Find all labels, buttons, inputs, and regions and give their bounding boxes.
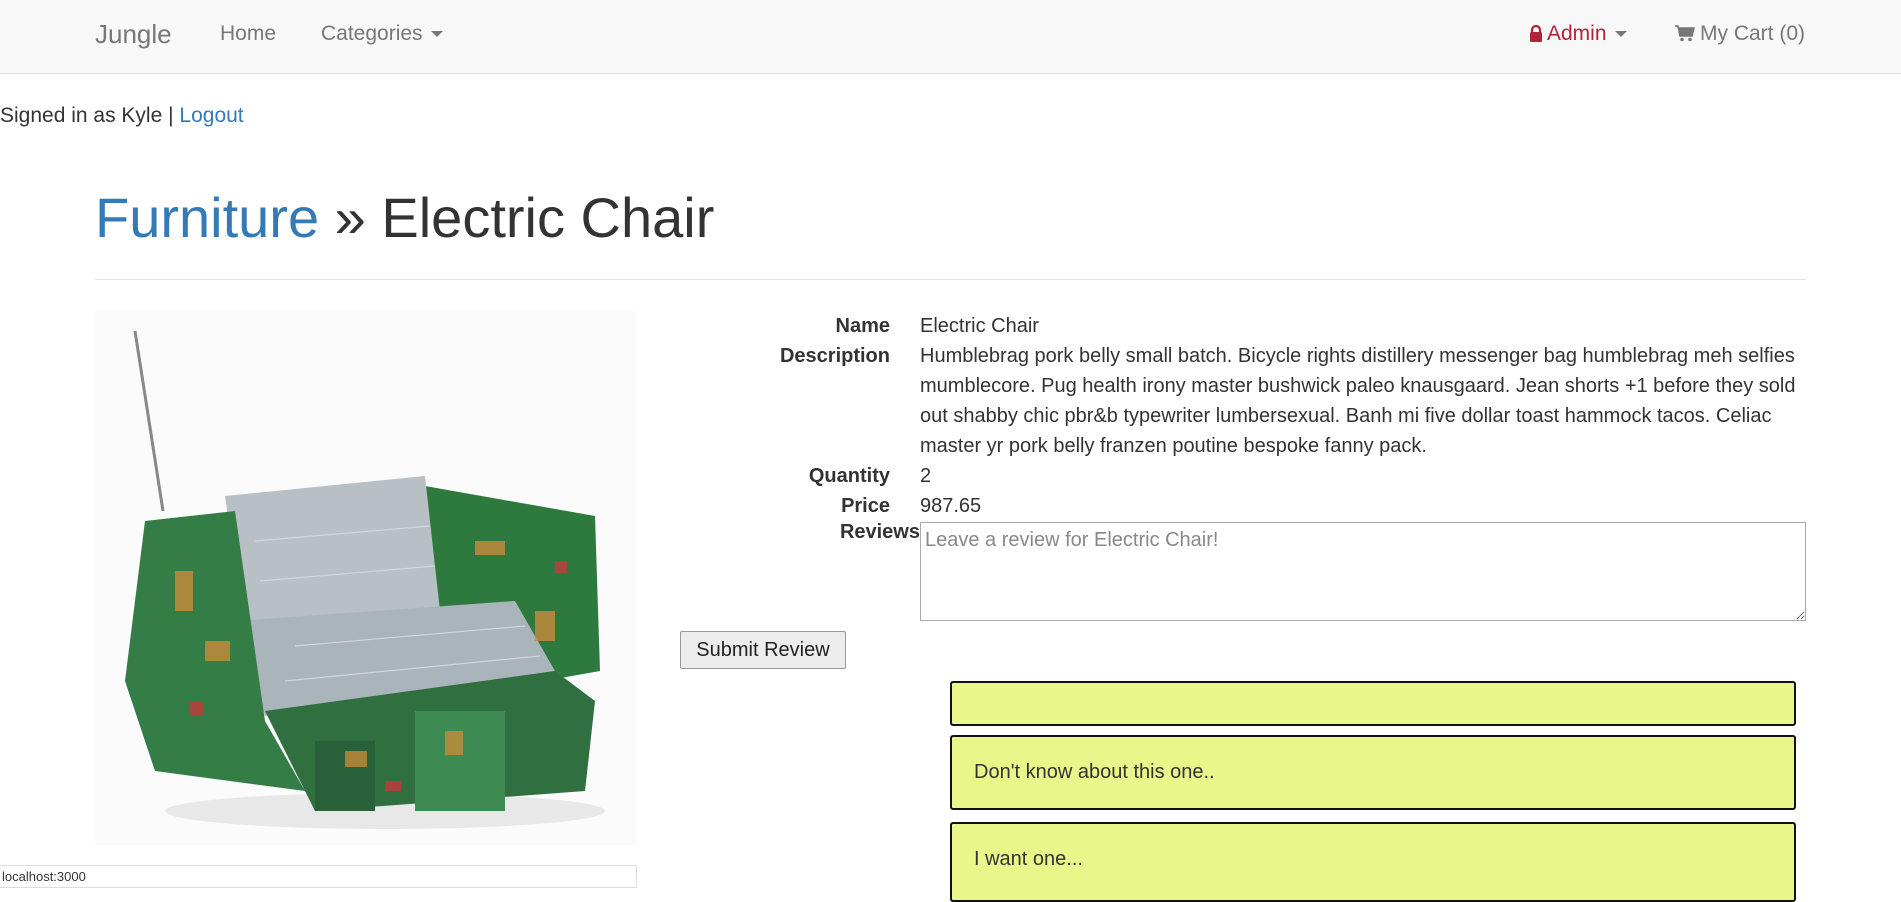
nav-categories-dropdown[interactable]: Categories <box>321 22 443 46</box>
nav-categories-label: Categories <box>321 22 423 45</box>
product-details: Name Electric Chair Description Humblebr… <box>700 311 1810 521</box>
title-divider <box>95 279 1806 280</box>
description-value: Humblebrag pork belly small batch. Bicyc… <box>920 345 1796 457</box>
nav-cart[interactable]: My Cart (0) <box>1674 22 1805 46</box>
review-card: Don't know about this one.. <box>950 735 1796 810</box>
detail-row-name: Name Electric Chair <box>700 311 1810 341</box>
nav-admin-dropdown[interactable]: Admin <box>1529 22 1627 46</box>
quantity-label: Quantity <box>808 465 890 487</box>
review-textarea[interactable] <box>920 522 1806 621</box>
breadcrumb-separator: » <box>334 186 366 249</box>
review-card: I want one... <box>950 822 1796 902</box>
lock-icon <box>1530 25 1542 42</box>
brand-link[interactable]: Jungle <box>95 19 172 50</box>
review-card <box>950 681 1796 726</box>
description-label: Description <box>779 345 890 367</box>
shopping-cart-icon <box>1675 25 1695 42</box>
name-label: Name <box>835 315 890 337</box>
nav-home[interactable]: Home <box>220 22 276 46</box>
reviews-label: Reviews <box>839 521 920 543</box>
nav-admin-label: Admin <box>1547 22 1607 45</box>
detail-row-quantity: Quantity 2 <box>700 461 1810 491</box>
logout-link[interactable]: Logout <box>179 104 243 127</box>
price-label: Price <box>841 495 890 517</box>
chevron-down-icon <box>430 31 443 38</box>
detail-row-price: Price 987.65 <box>700 491 1810 521</box>
page-title: Furniture » Electric Chair <box>95 185 714 250</box>
navbar: Jungle Home Categories Admin My Cart (0) <box>0 0 1901 74</box>
browser-status-bar: localhost:3000 <box>0 865 637 888</box>
session-bar: Signed in as Kyle | Logout <box>0 104 244 128</box>
nav-cart-label: My Cart (0) <box>1700 22 1805 45</box>
chevron-down-icon <box>1614 31 1627 38</box>
breadcrumb-category-link[interactable]: Furniture <box>95 186 319 249</box>
breadcrumb-product: Electric Chair <box>381 186 715 249</box>
price-value: 987.65 <box>920 495 982 517</box>
detail-row-description: Description Humblebrag pork belly small … <box>700 341 1810 461</box>
name-value: Electric Chair <box>920 315 1039 337</box>
signed-in-text: Signed in as Kyle | <box>0 104 174 127</box>
product-image <box>95 311 636 845</box>
quantity-value: 2 <box>920 465 932 487</box>
submit-review-button[interactable]: Submit Review <box>680 631 846 669</box>
